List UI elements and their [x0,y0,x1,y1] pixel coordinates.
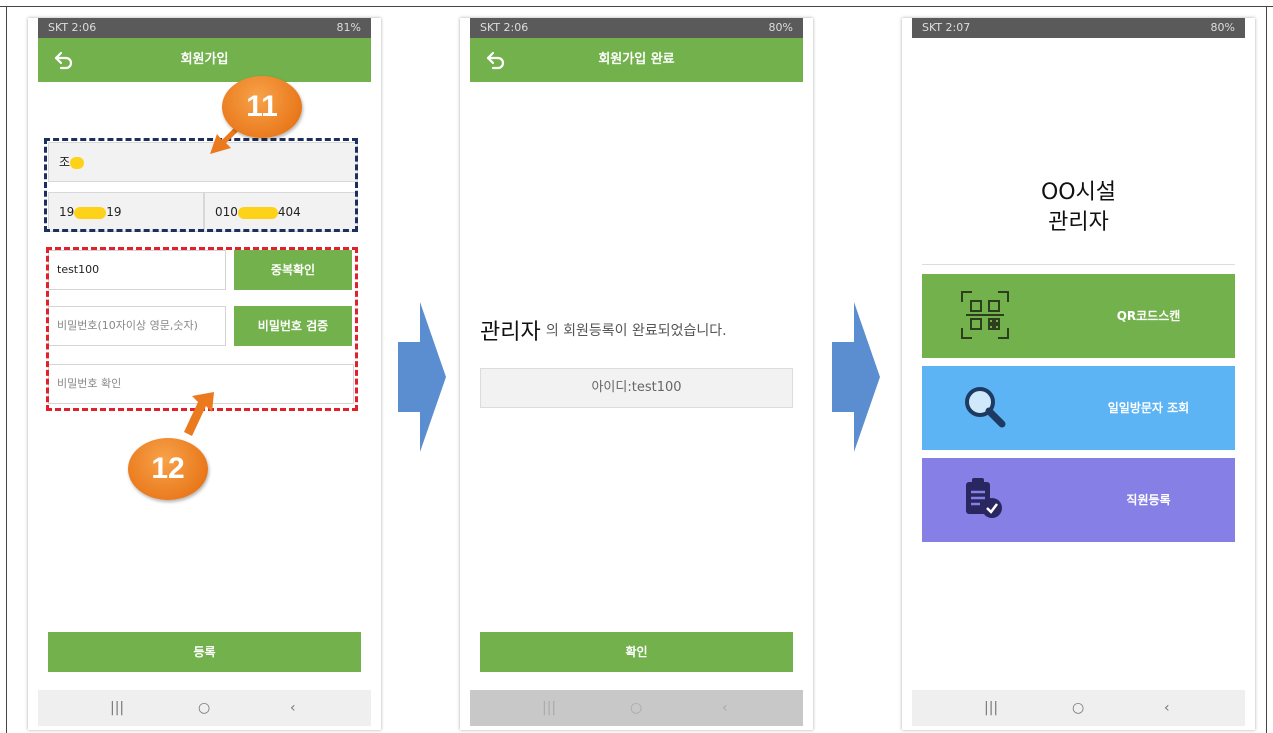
page-title: 회원가입 [180,52,229,67]
highlight-box-account [46,247,358,411]
frame-left-border [6,6,7,733]
facility-role: 관리자 [1048,210,1109,235]
app-bar: 회원가입 완료 [470,38,803,82]
clipboard-check-icon [966,478,1002,518]
message-text: 의 회원등록이 완료되었습니다. [545,323,727,339]
status-bar: SKT 2:07 80% [912,18,1245,38]
status-battery: 80% [1210,21,1235,34]
menu-daily-visitors-button[interactable]: 일일방문자 조회 [922,366,1235,450]
facility-name: OO시설 [1040,180,1117,205]
step-badge-12: 12 [128,438,208,500]
app-bar: 회원가입 [38,38,371,82]
status-battery: 80% [768,21,793,34]
frame-top-border [0,6,1273,7]
menu-label: 직원등록 [1126,493,1171,507]
nav-bar: ||| ○ ‹ [38,690,371,726]
back-nav-icon[interactable]: ‹ [1164,690,1170,726]
menu-label: 일일방문자 조회 [1107,401,1190,415]
home-icon[interactable]: ○ [198,690,210,726]
id-display: 아이디:test100 [480,368,793,408]
register-button[interactable]: 등록 [48,632,361,672]
status-carrier-time: SKT 2:06 [48,21,97,34]
flow-arrow-2 [832,302,880,452]
status-carrier-time: SKT 2:07 [922,21,971,34]
callout-arrow-bottom [184,392,214,436]
back-nav-icon[interactable]: ‹ [722,690,728,726]
status-bar: SKT 2:06 80% [470,18,803,38]
flow-arrow-1 [398,302,446,452]
role-label: 관리자 [480,320,541,345]
phone-signup-complete: SKT 2:06 80% 회원가입 완료 관리자 의 회원등록이 완료되었습니다… [460,18,813,730]
menu-label: QR코드스캔 [1116,309,1181,323]
status-battery: 81% [336,21,361,34]
confirm-button[interactable]: 확인 [480,632,793,672]
highlight-box-identity [44,138,358,232]
qr-code-icon [961,291,1009,339]
home-icon[interactable]: ○ [630,690,642,726]
step-badge-11: 11 [222,76,302,138]
nav-bar: ||| ○ ‹ [470,690,803,726]
divider [922,264,1235,265]
recent-apps-icon[interactable]: ||| [110,690,124,726]
page-title: 회원가입 완료 [598,52,675,67]
phone-admin-menu: SKT 2:07 80% OO시설 관리자 QR코드스캔 일일방문자 조회 직원… [902,18,1255,730]
completion-message: 관리자 의 회원등록이 완료되었습니다. [480,314,810,346]
status-bar: SKT 2:06 81% [38,18,371,38]
magnifier-icon [965,387,1006,428]
menu-qr-scan-button[interactable]: QR코드스캔 [922,274,1235,358]
recent-apps-icon[interactable]: ||| [542,690,556,726]
facility-title: OO시설 관리자 [902,178,1255,238]
menu-staff-register-button[interactable]: 직원등록 [922,458,1235,542]
status-carrier-time: SKT 2:06 [480,21,529,34]
phone-signup: SKT 2:06 81% 회원가입 조 19 19 010 404 test100 … [28,18,381,730]
home-icon[interactable]: ○ [1072,690,1084,726]
frame-right-border [1266,6,1267,733]
back-nav-icon[interactable]: ‹ [290,690,296,726]
recent-apps-icon[interactable]: ||| [984,690,998,726]
nav-bar: ||| ○ ‹ [912,690,1245,726]
